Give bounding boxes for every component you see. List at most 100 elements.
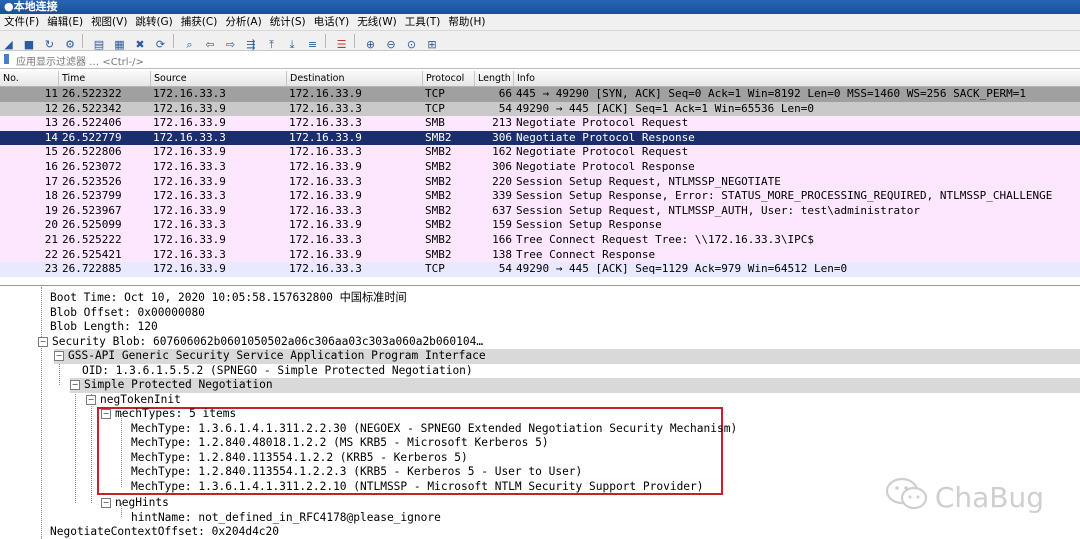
cell-proto: SMB2 xyxy=(425,189,452,203)
table-row[interactable]: 23 26.722885 172.16.33.9 172.16.33.3 TCP 54 49… xyxy=(0,262,1080,277)
tree-node[interactable]: MechType: 1.2.840.113554.1.2.2 (KRB5 - K… xyxy=(131,451,468,466)
cell-no: 20 xyxy=(44,218,58,232)
tree-node[interactable]: hintName: not_defined_in_RFC4178@please_… xyxy=(131,511,441,526)
cell-info: Negotiate Protocol Request xyxy=(516,116,689,130)
cell-proto: SMB xyxy=(425,116,445,130)
menu-item-6[interactable]: 统计(S) xyxy=(266,14,310,30)
menu-item-1[interactable]: 编辑(E) xyxy=(43,14,87,30)
menu-item-4[interactable]: 捕获(C) xyxy=(177,14,222,30)
cell-len: 54 xyxy=(498,101,512,115)
display-filter-bar[interactable]: 应用显示过滤器 … <Ctrl-/> xyxy=(0,51,1080,69)
tree-node[interactable]: − negHints xyxy=(101,496,169,511)
tree-node[interactable]: MechType: 1.3.6.1.4.1.311.2.2.10 (NTLMSS… xyxy=(131,480,704,495)
tree-node[interactable]: − Security Blob: 607606062b0601050502a06c… xyxy=(38,335,483,350)
cell-info: 445 → 49290 [SYN, ACK] Seq=0 Ack=1 Win=8… xyxy=(516,87,1026,100)
cell-len: 159 xyxy=(492,218,512,232)
column-header-time[interactable]: Time xyxy=(58,71,150,86)
menu-item-0[interactable]: 文件(F) xyxy=(0,14,43,30)
cell-src: 172.16.33.3 xyxy=(153,130,226,144)
cell-info: Session Setup Response, Error: STATUS_MO… xyxy=(516,189,1053,203)
cell-info: Tree Connect Response xyxy=(516,247,656,261)
cell-proto: SMB2 xyxy=(425,232,452,246)
column-header-no[interactable]: No. xyxy=(0,71,58,86)
tree-node[interactable]: MechType: 1.2.840.113554.1.2.2.3 (KRB5 -… xyxy=(131,465,582,480)
table-row[interactable]: 22 26.525421 172.16.33.3 172.16.33.9 SMB2 138… xyxy=(0,247,1080,263)
cell-info: Session Setup Request, NTLMSSP_NEGOTIATE xyxy=(516,174,781,188)
cell-no: 12 xyxy=(44,101,58,115)
toolbar-separator xyxy=(324,34,330,48)
table-row[interactable]: 18 26.523799 172.16.33.3 172.16.33.9 SMB2 339… xyxy=(0,189,1080,204)
column-header-protocol[interactable]: Protocol xyxy=(422,71,474,86)
menu-item-2[interactable]: 视图(V) xyxy=(87,14,131,30)
collapse-toggle-icon[interactable]: − xyxy=(38,336,48,347)
tree-node[interactable]: MechType: 1.3.6.1.4.1.311.2.2.30 (NEGOEX… xyxy=(131,422,737,437)
column-header-destination[interactable]: Destination xyxy=(286,71,422,86)
table-row[interactable]: 19 26.523967 172.16.33.9 172.16.33.3 SMB2 637… xyxy=(0,203,1080,219)
table-row[interactable]: 11 26.522322 172.16.33.3 172.16.33.9 TCP 66 44… xyxy=(0,87,1080,102)
menu-item-10[interactable]: 帮助(H) xyxy=(444,14,489,30)
cell-proto: SMB2 xyxy=(425,130,452,144)
table-row[interactable]: 20 26.525099 172.16.33.3 172.16.33.9 SMB2 159… xyxy=(0,218,1080,233)
menu-item-3[interactable]: 跳转(G) xyxy=(131,14,176,30)
column-header-source[interactable]: Source xyxy=(150,71,286,86)
cell-time: 26.525421 xyxy=(62,247,122,261)
table-row[interactable]: 14 26.522779 172.16.33.3 172.16.33.9 SMB2 306… xyxy=(0,130,1080,146)
tree-node[interactable]: − negTokenInit xyxy=(86,393,181,408)
cell-time: 26.522779 xyxy=(62,130,122,144)
table-row[interactable]: 13 26.522406 172.16.33.9 172.16.33.3 SMB 213 N… xyxy=(0,116,1080,131)
cell-time: 26.522322 xyxy=(62,87,122,100)
packet-list[interactable]: No. Time Source Destination Protocol Len… xyxy=(0,71,1080,286)
menu-bar: 文件(F) 编辑(E) 视图(V) 跳转(G) 捕获(C) 分析(A) 统计(S) 电话(Y)… xyxy=(0,14,1080,31)
collapse-toggle-icon[interactable]: − xyxy=(86,394,96,405)
cell-proto: TCP xyxy=(425,262,445,276)
tree-node[interactable]: − GSS-API Generic Security Service Applic… xyxy=(54,349,1080,364)
packet-details-tree[interactable]: ChaBug Boot Time: Oct 10, 2020 10:05:58.… xyxy=(0,287,1080,539)
table-row[interactable]: 17 26.523526 172.16.33.9 172.16.33.3 SMB2 220… xyxy=(0,174,1080,190)
tree-node[interactable]: − mechTypes: 5 items xyxy=(101,407,236,422)
tree-node-label: Simple Protected Negotiation xyxy=(84,378,273,391)
tree-node[interactable]: − Simple Protected Negotiation xyxy=(70,378,1080,393)
cell-no: 21 xyxy=(44,232,58,246)
table-row[interactable]: 21 26.525222 172.16.33.9 172.16.33.3 SMB2 166… xyxy=(0,232,1080,248)
tree-node-label: GSS-API Generic Security Service Applica… xyxy=(68,349,486,362)
display-filter-input[interactable]: 应用显示过滤器 … <Ctrl-/> xyxy=(16,53,144,68)
tree-node[interactable]: Boot Time: Oct 10, 2020 10:05:58.1576328… xyxy=(50,291,407,306)
cell-no: 14 xyxy=(44,130,58,144)
menu-item-8[interactable]: 无线(W) xyxy=(353,14,401,30)
cell-time: 26.523967 xyxy=(62,203,122,217)
collapse-toggle-icon[interactable]: − xyxy=(54,351,64,361)
cell-dst: 172.16.33.9 xyxy=(289,189,362,203)
tree-node[interactable]: OID: 1.3.6.1.5.5.2 (SPNEGO - Simple Prot… xyxy=(82,364,473,379)
column-header-length[interactable]: Length xyxy=(474,71,513,86)
tree-node-label: MechType: 1.2.840.48018.1.2.2 (MS KRB5 -… xyxy=(131,436,549,449)
cell-no: 11 xyxy=(44,87,58,100)
tree-guide-line xyxy=(91,392,92,503)
cell-dst: 172.16.33.9 xyxy=(289,218,362,232)
cell-len: 54 xyxy=(498,262,512,276)
menu-item-5[interactable]: 分析(A) xyxy=(221,14,265,30)
tree-node[interactable]: Blob Length: 120 xyxy=(50,320,158,335)
collapse-toggle-icon[interactable]: − xyxy=(101,409,111,419)
table-row[interactable]: 16 26.523072 172.16.33.3 172.16.33.9 SMB2 306… xyxy=(0,159,1080,175)
toolbar-separator xyxy=(82,34,87,48)
collapse-toggle-icon[interactable]: − xyxy=(70,380,80,390)
column-header-info[interactable]: Info xyxy=(513,71,1080,86)
cell-proto: TCP xyxy=(425,87,445,100)
tree-node-label: mechTypes: 5 items xyxy=(115,407,237,420)
menu-item-9[interactable]: 工具(T) xyxy=(401,14,445,30)
bookmark-icon[interactable] xyxy=(4,54,9,64)
collapse-toggle-icon[interactable]: − xyxy=(101,498,111,508)
menu-item-7[interactable]: 电话(Y) xyxy=(310,14,354,30)
cell-len: 138 xyxy=(492,247,512,261)
cell-info: Negotiate Protocol Response xyxy=(516,130,695,144)
cell-time: 26.722885 xyxy=(62,262,122,276)
cell-len: 306 xyxy=(492,159,512,173)
table-row[interactable]: 15 26.522806 172.16.33.9 172.16.33.3 SMB2 162… xyxy=(0,145,1080,160)
cell-len: 213 xyxy=(492,116,512,130)
tree-node[interactable]: Blob Offset: 0x00000080 xyxy=(50,306,205,321)
table-row[interactable]: 12 26.522342 172.16.33.9 172.16.33.3 TCP 54 49… xyxy=(0,101,1080,117)
toolbar-separator xyxy=(353,34,359,48)
tree-node[interactable]: MechType: 1.2.840.48018.1.2.2 (MS KRB5 -… xyxy=(131,436,549,451)
tree-node[interactable]: NegotiateContextOffset: 0x204d4c20 xyxy=(50,525,279,539)
tree-node-label: negTokenInit xyxy=(100,392,181,406)
